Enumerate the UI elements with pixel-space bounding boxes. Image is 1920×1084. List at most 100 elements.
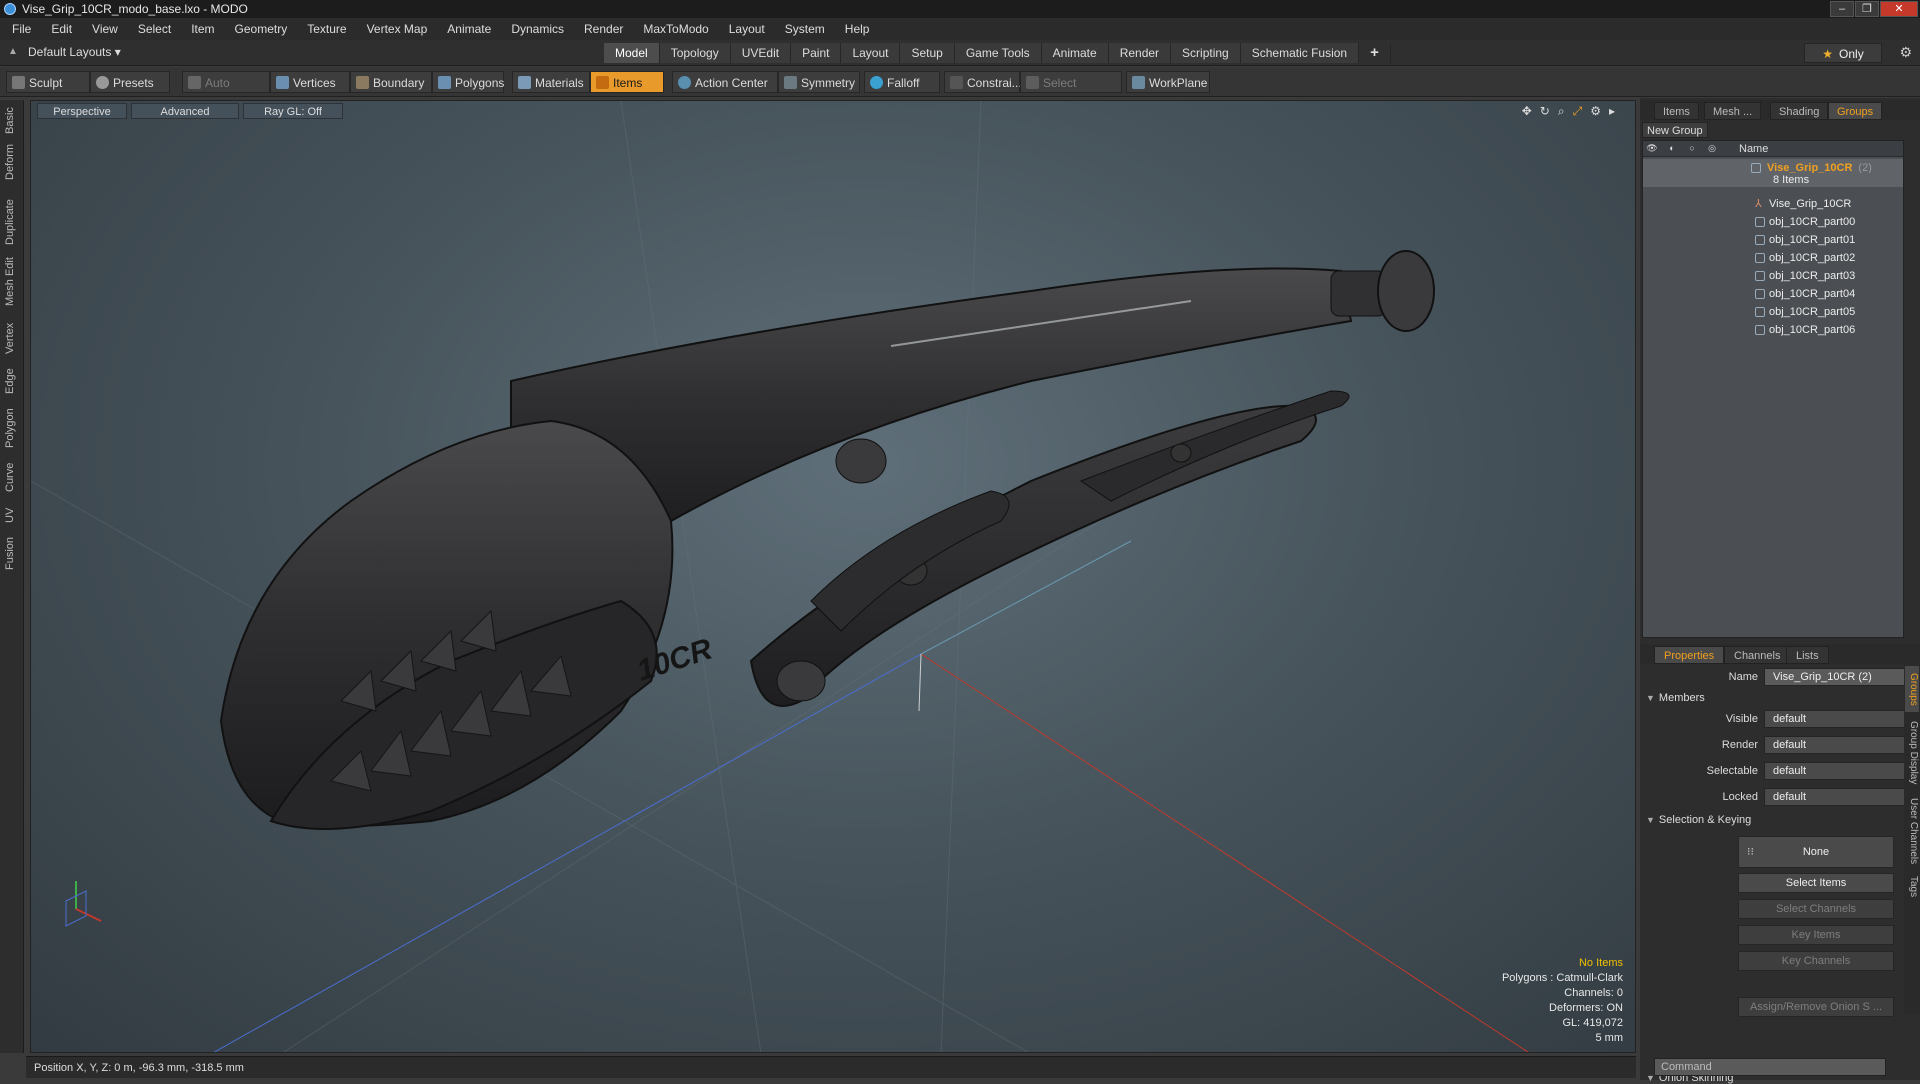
fit-view-icon[interactable]: ⤢ <box>1573 104 1583 119</box>
lock-column-icon[interactable]: ○ <box>1685 143 1699 155</box>
vtab-basic[interactable]: Basic <box>4 106 20 136</box>
perspective-dropdown[interactable]: Perspective <box>37 103 127 119</box>
sidetab-groups[interactable]: Groups <box>1905 666 1919 712</box>
menu-maxtomodo[interactable]: MaxToModo <box>637 22 714 36</box>
items-button[interactable]: Items <box>590 71 664 93</box>
tab-schematic-fusion[interactable]: Schematic Fusion <box>1240 43 1360 63</box>
auto-select-button[interactable]: Auto Select <box>182 71 270 112</box>
selectable-dropdown[interactable]: default▼ <box>1764 762 1919 780</box>
vtab-mesh-edit[interactable]: Mesh Edit <box>4 256 20 308</box>
menu-texture[interactable]: Texture <box>301 22 352 36</box>
sidetab-group-display[interactable]: Group Display <box>1905 716 1919 790</box>
vtab-edge[interactable]: Edge <box>4 364 20 398</box>
list-item[interactable]: obj_10CR_part05 <box>1643 303 1903 321</box>
menu-select[interactable]: Select <box>132 22 177 36</box>
boundary-button[interactable]: Boundary <box>350 71 432 93</box>
menu-vertex-map[interactable]: Vertex Map <box>361 22 434 36</box>
select-column-icon[interactable]: ◎ <box>1705 143 1719 155</box>
close-button[interactable]: ✕ <box>1880 1 1918 17</box>
polygons-button[interactable]: Polygons <box>432 71 504 93</box>
add-tab-icon[interactable]: + <box>1359 43 1391 63</box>
key-channels-button[interactable]: Key Channels <box>1738 951 1894 971</box>
menu-render[interactable]: Render <box>578 22 629 36</box>
tab-paint[interactable]: Paint <box>791 43 842 63</box>
tab-channels[interactable]: Channels <box>1724 646 1791 664</box>
new-group-button[interactable]: New Group <box>1642 122 1708 138</box>
sidetab-tags[interactable]: Tags <box>1905 872 1919 902</box>
menu-help[interactable]: Help <box>839 22 876 36</box>
list-item[interactable]: obj_10CR_part00 <box>1643 213 1903 231</box>
none-button[interactable]: ⁝⁝ None <box>1738 836 1894 868</box>
only-button[interactable]: ★ Only <box>1804 43 1882 63</box>
render-dropdown[interactable]: default▼ <box>1764 736 1919 754</box>
tab-properties[interactable]: Properties <box>1654 646 1725 664</box>
rotate-view-icon[interactable]: ↻ <box>1540 104 1550 119</box>
list-item[interactable]: obj_10CR_part06 <box>1643 321 1903 339</box>
visibility-column-icon[interactable]: 👁 <box>1645 143 1659 155</box>
zoom-view-icon[interactable]: ⌕ <box>1558 104 1565 119</box>
tab-game-tools[interactable]: Game Tools <box>954 43 1042 63</box>
vtab-vertex[interactable]: Vertex <box>4 318 20 358</box>
locked-dropdown[interactable]: default▼ <box>1764 788 1919 806</box>
tab-setup[interactable]: Setup <box>900 43 955 63</box>
tab-render[interactable]: Render <box>1108 43 1172 63</box>
maximize-button[interactable]: ❐ <box>1855 1 1879 17</box>
sidetab-user-channels[interactable]: User Channels <box>1905 794 1919 868</box>
shading-advanced-dropdown[interactable]: Advanced <box>131 103 239 119</box>
layout-collapse-icon[interactable]: ▲ <box>8 46 18 57</box>
select-through-button[interactable]: Select Through <box>1020 71 1122 112</box>
sculpt-button[interactable]: Sculpt <box>6 71 90 93</box>
tab-lists[interactable]: Lists <box>1786 646 1829 664</box>
vtab-duplicate[interactable]: Duplicate <box>4 196 20 248</box>
visible-dropdown[interactable]: default▼ <box>1764 710 1919 728</box>
move-view-icon[interactable]: ✥ <box>1522 104 1532 119</box>
tab-uvedit[interactable]: UVEdit <box>730 43 792 63</box>
tab-layout[interactable]: Layout <box>841 43 901 63</box>
list-item[interactable]: ⅄ Vise_Grip_10CR <box>1643 195 1903 213</box>
list-item[interactable]: obj_10CR_part04 <box>1643 285 1903 303</box>
selection-keying-section[interactable]: ▼ Selection & Keying <box>1646 814 1751 826</box>
members-section[interactable]: ▼ Members <box>1646 692 1705 704</box>
menu-system[interactable]: System <box>779 22 831 36</box>
menu-edit[interactable]: Edit <box>45 22 78 36</box>
vtab-deform[interactable]: Deform <box>4 142 20 182</box>
menu-view[interactable]: View <box>86 22 124 36</box>
name-field[interactable]: Vise_Grip_10CR (2) <box>1764 668 1919 686</box>
tab-animate[interactable]: Animate <box>1041 43 1109 63</box>
menu-item[interactable]: Item <box>185 22 220 36</box>
presets-button[interactable]: Presets <box>90 71 170 93</box>
tab-shading[interactable]: Shading <box>1770 102 1829 120</box>
tab-mesh[interactable]: Mesh ... <box>1704 102 1762 120</box>
constrain-button[interactable]: Constrai... <box>944 71 1022 93</box>
action-center-button[interactable]: Action Center <box>672 71 778 93</box>
viewport-settings-icon[interactable]: ⚙ <box>1590 104 1601 119</box>
list-item[interactable]: obj_10CR_part03 <box>1643 267 1903 285</box>
menu-layout[interactable]: Layout <box>723 22 771 36</box>
vertices-button[interactable]: Vertices <box>270 71 350 93</box>
command-input[interactable]: Command <box>1654 1058 1886 1076</box>
select-items-button[interactable]: Select Items <box>1738 873 1894 893</box>
menu-animate[interactable]: Animate <box>441 22 497 36</box>
tab-model[interactable]: Model <box>604 43 660 63</box>
3d-viewport[interactable]: 10CR Perspective Advanced Ray GL: Off ✥ … <box>30 100 1636 1053</box>
list-item[interactable]: obj_10CR_part01 <box>1643 231 1903 249</box>
tab-items[interactable]: Items <box>1654 102 1699 120</box>
key-items-button[interactable]: Key Items <box>1738 925 1894 945</box>
vtab-polygon[interactable]: Polygon <box>4 404 20 452</box>
menu-geometry[interactable]: Geometry <box>229 22 294 36</box>
vtab-uv[interactable]: UV <box>4 504 20 526</box>
select-channels-button[interactable]: Select Channels <box>1738 899 1894 919</box>
list-item[interactable]: obj_10CR_part02 <box>1643 249 1903 267</box>
gear-icon[interactable]: ⚙ <box>1899 44 1912 61</box>
vtab-curve[interactable]: Curve <box>4 458 20 496</box>
vtab-fusion[interactable]: Fusion <box>4 532 20 574</box>
materials-button[interactable]: Materials <box>512 71 590 93</box>
raygl-toggle[interactable]: Ray GL: Off <box>243 103 343 119</box>
assign-onion-button[interactable]: Assign/Remove Onion S ... <box>1738 997 1894 1017</box>
menu-file[interactable]: File <box>6 22 37 36</box>
viewport-menu-arrow-icon[interactable]: ▸ <box>1609 104 1615 119</box>
menu-dynamics[interactable]: Dynamics <box>505 22 570 36</box>
render-column-icon[interactable]: ◐ <box>1665 143 1679 155</box>
falloff-button[interactable]: Falloff <box>864 71 940 93</box>
symmetry-button[interactable]: Symmetry <box>778 71 860 93</box>
